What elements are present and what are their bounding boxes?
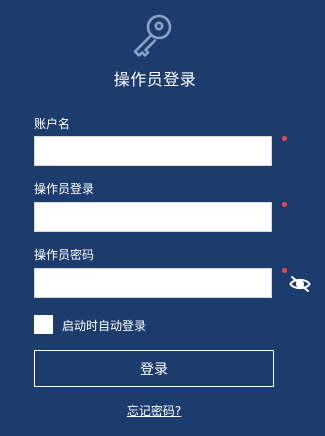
auto-login-checkbox[interactable] (34, 315, 53, 334)
operator-input[interactable] (34, 202, 272, 232)
operator-required-indicator (282, 202, 287, 207)
eye-slash-icon[interactable] (289, 275, 311, 293)
login-panel: 操作员登录 账户名 操作员登录 操作员密码 启动时自动登录 登录 忘记密码? (0, 0, 325, 436)
key-icon (133, 14, 172, 57)
password-input[interactable] (34, 268, 272, 298)
password-required-indicator (282, 268, 287, 273)
account-required-indicator (282, 136, 287, 141)
account-label: 账户名 (34, 117, 71, 131)
login-button[interactable]: 登录 (34, 350, 274, 387)
operator-label: 操作员登录 (34, 182, 95, 196)
forgot-password-link[interactable]: 忘记密码? (0, 402, 308, 419)
auto-login-label[interactable]: 启动时自动登录 (62, 317, 146, 334)
account-input[interactable] (34, 136, 272, 166)
password-label: 操作员密码 (34, 248, 95, 262)
page-title: 操作员登录 (113, 70, 197, 89)
